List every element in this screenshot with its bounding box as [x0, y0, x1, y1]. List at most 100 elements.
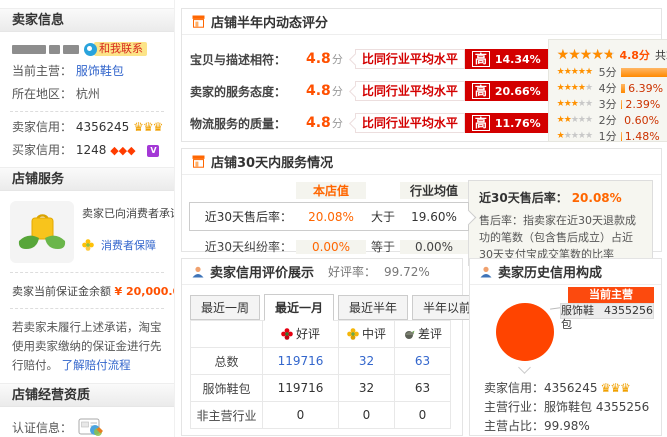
mid-count: 32: [339, 375, 395, 402]
good-count: 119716: [263, 375, 339, 402]
service-table: 本店值 行业均值 近30天售后率： 20.08% 大于 19.60% 近30天纠…: [190, 180, 468, 266]
credit-pie-chart: [496, 303, 554, 361]
censored-username-block: [63, 45, 79, 54]
buyer-credit-row: 买家信用： 1248 V: [0, 135, 174, 159]
rating-row-category: 服饰鞋包 119716 32 63: [191, 375, 451, 402]
distribution-row-5: ★★★★★ 5分 89.13%: [557, 64, 667, 80]
row-label: 服饰鞋包: [191, 375, 263, 402]
comparator: 大于: [366, 208, 400, 225]
service-panel-title: 店铺30天内服务情况: [211, 152, 333, 171]
summary-score: 4.8分: [619, 47, 650, 63]
history-main-category-row: 主营行业：服饰鞋包 4355256: [484, 398, 649, 417]
dsr-panel-header: 店铺半年内动态评分: [182, 9, 661, 35]
dist-bar: [621, 132, 622, 141]
distribution-row-2: ★★★★★ 2分 0.60%: [557, 112, 667, 128]
history-panel: 卖家历史信用构成 当前主营 服饰鞋包 4355256 卖家信用：4356245 …: [469, 258, 662, 436]
certification-card-icon[interactable]: [78, 417, 104, 437]
mid-flower-icon: [347, 328, 359, 340]
bad-count-link[interactable]: 63: [395, 348, 451, 375]
contact-me-button[interactable]: 和我联系: [84, 42, 147, 56]
small-stars-icon: ★★★★★: [557, 100, 599, 109]
dist-percent: 6.39%: [628, 82, 663, 95]
dsr-row-unit: 分: [332, 83, 343, 99]
col-bad-label: 差评: [418, 325, 442, 342]
rating-table: 好评 中评: [190, 320, 451, 429]
tab-last-half-year[interactable]: 最近半年: [338, 295, 408, 320]
detail-label: 近30天售后率：: [479, 191, 568, 205]
censored-username-block: [49, 45, 60, 54]
dsr-row-label: 卖家的服务态度：: [190, 83, 306, 100]
consumer-protection-block: 卖家已向消费者承诺： 消费者保障: [0, 191, 174, 263]
dist-bar: [621, 84, 625, 93]
mid-count-link[interactable]: 32: [339, 348, 395, 375]
service-body: 本店值 行业均值 近30天售后率： 20.08% 大于 19.60% 近30天纠…: [182, 175, 661, 266]
person-icon: [480, 266, 492, 278]
dsr-row-unit: 分: [332, 51, 343, 67]
history-seller-credit-row: 卖家信用：4356245: [484, 379, 649, 398]
compare-value: 高 11.76%: [465, 113, 548, 133]
dist-label: 1分: [599, 128, 621, 144]
dsr-row-score: 4.8: [306, 115, 331, 131]
dsr-row-score: 4.8: [306, 83, 331, 99]
buyer-credit-label: 买家信用：: [12, 143, 72, 157]
compensation-process-link[interactable]: 了解赔付流程: [62, 358, 131, 372]
gem-icons: [110, 144, 135, 157]
dist-percent: 0.60%: [624, 114, 659, 127]
col-good-label: 好评: [296, 325, 320, 342]
history-ratio-row: 主营占比：99.98%: [484, 417, 649, 436]
stat-value: 99.98%: [544, 419, 590, 433]
promise-texts: 卖家已向消费者承诺： 消费者保障: [82, 201, 175, 263]
region-value: 杭州: [76, 87, 100, 101]
dsr-row-logistics: 物流服务的质量： 4.8 分 比同行业平均水平 高 11.76%: [190, 107, 548, 139]
history-panel-title: 卖家历史信用构成: [498, 262, 602, 281]
small-stars-icon: ★★★★★: [557, 132, 599, 141]
good-count: 0: [263, 402, 339, 429]
consumer-protection-link[interactable]: 消费者保障: [101, 237, 156, 253]
history-stats: 卖家信用：4356245 主营行业：服饰鞋包 4355256 主营占比：99.9…: [484, 379, 649, 436]
dist-percent: 2.39%: [625, 98, 660, 111]
rating-panel: 卖家信用评价展示 好评率： 99.72% 最近一周 最近一月 最近半年 半年以前: [181, 258, 463, 436]
aftersale-detail-box: 近30天售后率： 20.08% 售后率：指卖家在近30天退款成功的笔数（包含售后成…: [468, 180, 653, 266]
bottom-row: 卖家信用评价展示 好评率： 99.72% 最近一周 最近一月 最近半年 半年以前: [181, 258, 662, 437]
row-label: 非主营行业: [191, 402, 263, 429]
shop-icon: [192, 155, 205, 168]
main-business-label: 当前主营：: [12, 64, 72, 78]
small-stars-icon: ★★★★★: [557, 84, 599, 93]
tab-last-month[interactable]: 最近一月: [264, 294, 334, 321]
callout-number: 4355256: [604, 304, 653, 318]
main-business-link[interactable]: 服饰鞋包: [76, 64, 124, 78]
service-row-dispute: 近30天纠纷率： 0.00% 等于 0.00%: [190, 232, 468, 261]
comparator: 等于: [366, 238, 400, 255]
tab-last-week[interactable]: 最近一周: [190, 295, 260, 320]
compare-value: 高 14.34%: [465, 49, 548, 69]
star-summary-box: 4.8分 共237887人 ★★★★★ 5分 89.13% ★★★★★ 4分 6…: [548, 39, 667, 142]
small-stars-icon: ★★★★★: [557, 68, 599, 77]
dsr-body: 宝贝与描述相符： 4.8 分 比同行业平均水平 高 14.34% 卖家的服务态度…: [182, 35, 661, 142]
detail-description: 售后率：指卖家在近30天退款成功的笔数（包含售后成立）占近30天支付宝成交笔数的…: [479, 212, 642, 263]
dist-label: 4分: [599, 80, 621, 96]
censored-username-block: [12, 45, 46, 54]
dist-label: 2分: [599, 112, 621, 128]
good-count-link[interactable]: 119716: [263, 348, 339, 375]
rating-table-header: 好评 中评: [191, 321, 451, 348]
col-mid-header: 中评: [339, 321, 395, 348]
shop-value: 20.08%: [296, 210, 366, 224]
compare-percent: 11.76%: [495, 117, 541, 130]
callout-detail: 服饰鞋包 4355256: [560, 303, 654, 319]
dsr-row-description: 宝贝与描述相符： 4.8 分 比同行业平均水平 高 14.34%: [190, 43, 548, 75]
high-glyph: 高: [472, 115, 490, 131]
detail-value: 20.08%: [572, 191, 622, 205]
compare-badge: 比同行业平均水平 高 11.76%: [355, 113, 548, 133]
big-star-rating-icon: [557, 48, 615, 62]
col-industry-avg: 行业均值: [400, 182, 468, 199]
distribution-row-4: ★★★★★ 4分 6.39%: [557, 80, 667, 96]
certification-label: 认证信息：: [12, 419, 72, 436]
certification-row: 认证信息：: [0, 407, 174, 437]
person-icon: [192, 266, 204, 278]
stat-value: 服饰鞋包 4355256: [544, 400, 649, 414]
header-spacer: [191, 321, 263, 348]
shop-value: 0.00%: [296, 240, 366, 254]
crown-icons: [600, 381, 629, 395]
buyer-credit-value: 1248: [76, 143, 107, 157]
dsr-panel-title: 店铺半年内动态评分: [211, 12, 328, 31]
